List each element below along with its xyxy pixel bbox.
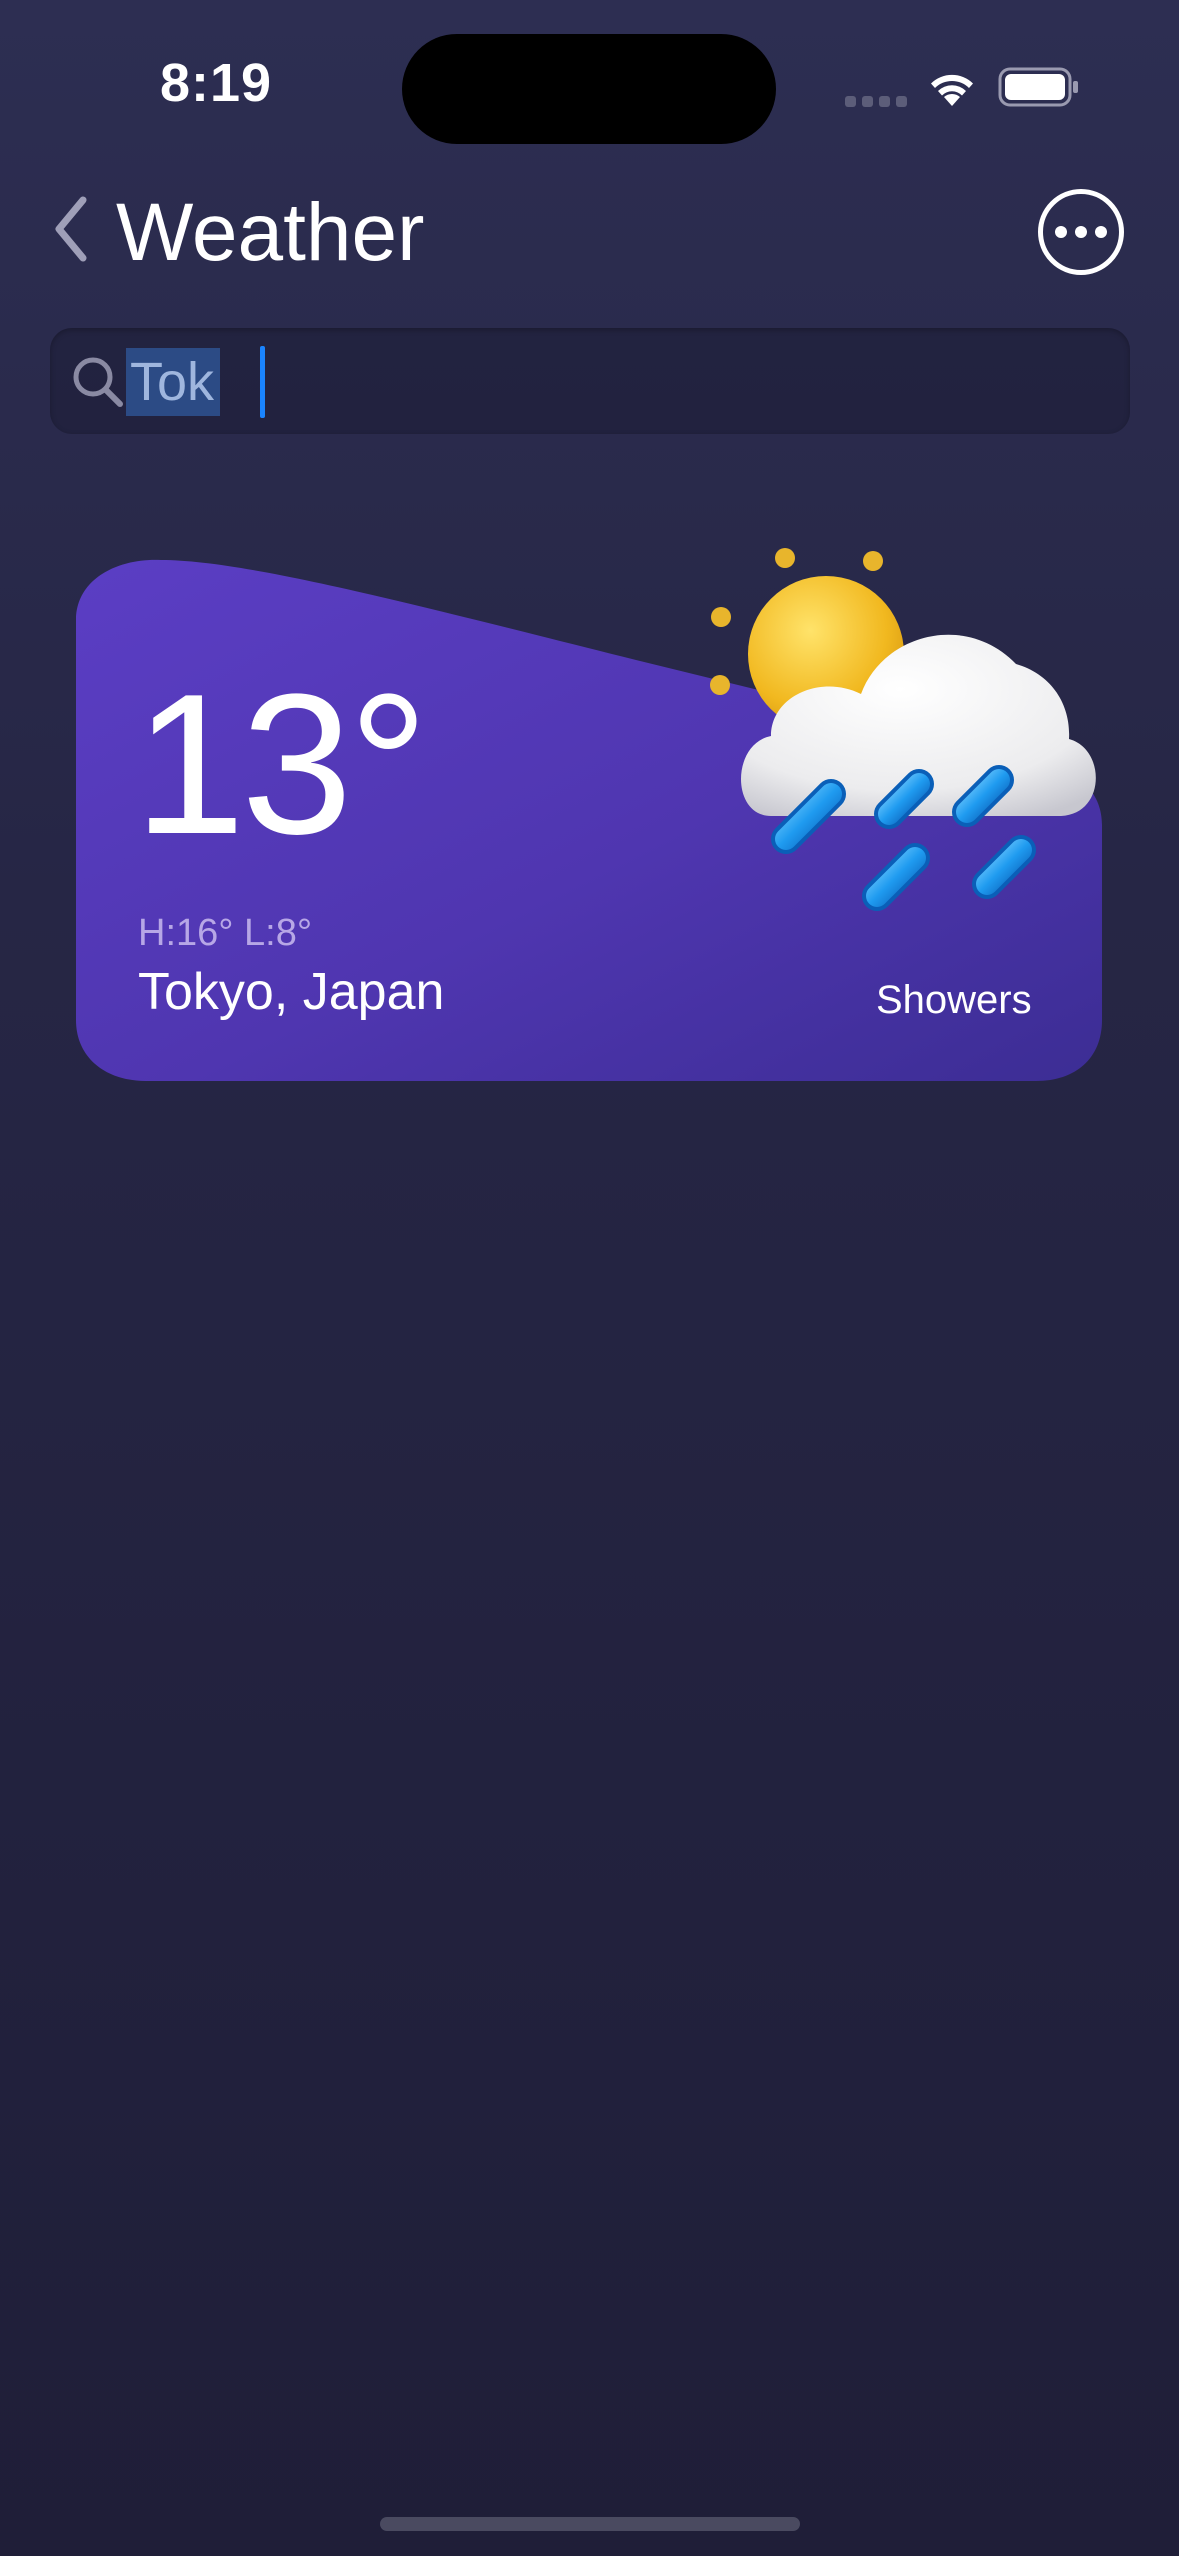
battery-icon — [998, 67, 1078, 107]
home-indicator[interactable] — [380, 2517, 800, 2531]
search-input-text[interactable]: Tok — [126, 348, 221, 416]
dynamic-island — [402, 34, 776, 144]
cellular-signal-icon — [845, 96, 907, 107]
temperature: 13° — [134, 653, 428, 876]
weather-condition: Showers — [876, 978, 1032, 1022]
page-title: Weather — [116, 187, 425, 278]
search-icon — [73, 357, 123, 407]
wifi-icon — [931, 74, 973, 106]
chevron-left-icon — [55, 196, 87, 262]
more-options-button[interactable] — [1038, 189, 1124, 275]
status-time: 8:19 — [160, 53, 273, 113]
high-low-temperature: H:16° L:8° — [138, 912, 313, 954]
status-bar: 8:19 — [0, 0, 1179, 170]
navigation-bar: Weather — [0, 175, 1179, 285]
ellipsis-icon — [1055, 226, 1067, 238]
location-name: Tokyo, Japan — [138, 963, 445, 1021]
text-caret — [260, 346, 265, 418]
back-button[interactable] — [46, 193, 96, 265]
sun-cloud-rain-icon — [710, 548, 1096, 911]
weather-card[interactable]: 13° H:16° L:8° Tokyo, Japan Showers — [76, 520, 1106, 1085]
search-field[interactable]: Tok — [50, 328, 1130, 434]
